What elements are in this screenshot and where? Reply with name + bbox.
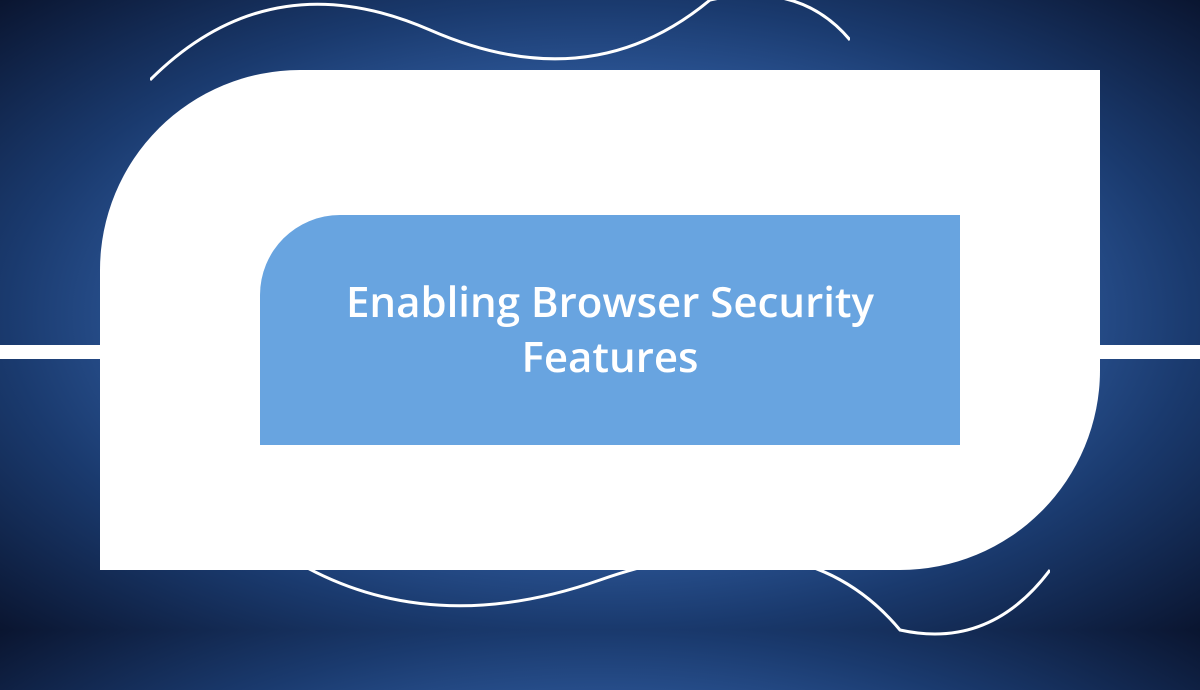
inner-card: Enabling Browser Security Features — [260, 215, 960, 445]
card-title: Enabling Browser Security Features — [320, 275, 900, 384]
outer-card: Enabling Browser Security Features — [100, 70, 1100, 570]
